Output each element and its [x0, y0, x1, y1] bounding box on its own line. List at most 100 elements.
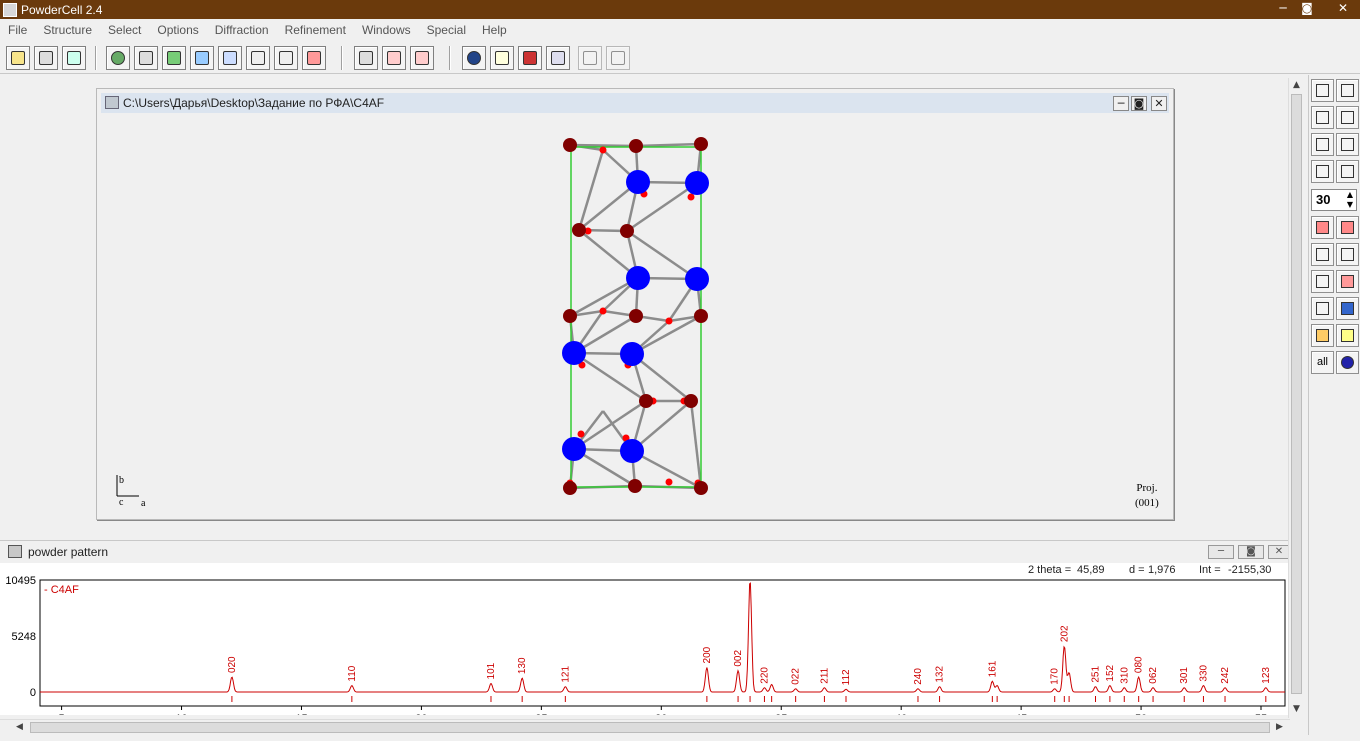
view-b-button[interactable]	[1336, 243, 1359, 266]
compare-button[interactable]	[518, 46, 542, 70]
reflection-label: 170	[1050, 668, 1061, 685]
horizontal-scrollbar[interactable]: ◀ ▶	[0, 719, 1290, 735]
reflection-label: 022	[791, 668, 802, 685]
open-icon	[11, 51, 25, 65]
menu-diffraction[interactable]: Diffraction	[207, 23, 277, 37]
dark-atom	[694, 309, 708, 323]
rotate-up-icon	[1316, 111, 1329, 124]
scroll-down-icon[interactable]: ▼	[1293, 704, 1300, 714]
cell-view-icon	[1316, 275, 1329, 288]
flip-up-button[interactable]	[1311, 160, 1334, 183]
reset-left-icon	[1316, 221, 1329, 234]
edit-button[interactable]	[190, 46, 214, 70]
powder-pattern-chart[interactable]: 0 5248 10495 5 10 15 20 25 30 35 40 45 50 55 020 110 101…	[0, 575, 1290, 715]
minimize-button[interactable]: ─	[1272, 0, 1294, 18]
sphere-button[interactable]	[106, 46, 130, 70]
close-button[interactable]: ✕	[1332, 0, 1354, 18]
save-button[interactable]	[34, 46, 58, 70]
open-button[interactable]	[6, 46, 30, 70]
layers-icon	[307, 51, 321, 65]
menu-file[interactable]: File	[0, 23, 35, 37]
dark-atom	[629, 309, 643, 323]
menu-structure[interactable]: Structure	[35, 23, 100, 37]
powder-pattern-window[interactable]: powder pattern ─ ◙ ✕ 2 theta = 45,89 d =…	[0, 540, 1290, 715]
horizontal-scroll-thumb[interactable]	[30, 722, 1270, 733]
axes-button[interactable]	[1311, 297, 1334, 320]
menu-special[interactable]: Special	[419, 23, 474, 37]
bond-icon	[1316, 329, 1329, 342]
powder-minimize-button[interactable]: ─	[1208, 545, 1234, 559]
grid-button[interactable]	[578, 46, 602, 70]
rotate-right-button[interactable]	[1336, 79, 1359, 102]
small-atom	[665, 317, 673, 325]
reflection-label: 121	[560, 666, 571, 683]
vertical-scrollbar[interactable]: ▲ ▼	[1288, 78, 1304, 718]
cell-red-button[interactable]	[1336, 270, 1359, 293]
export-button[interactable]	[410, 46, 434, 70]
transform-icon	[223, 51, 237, 65]
diffraction-button[interactable]	[462, 46, 486, 70]
scroll-up-icon[interactable]: ▲	[1293, 80, 1300, 90]
vertical-scroll-thumb[interactable]	[1291, 94, 1302, 694]
spinner-arrows-icon[interactable]: ▲ ▼	[1347, 190, 1353, 210]
rotation-angle-spinner[interactable]: 30 ▲ ▼	[1311, 189, 1357, 211]
small-atom	[599, 307, 607, 315]
layers-button[interactable]	[302, 46, 326, 70]
crystal-structure-view[interactable]	[97, 89, 1175, 521]
undo-rotation-button[interactable]	[1336, 297, 1359, 320]
print-preview-button[interactable]	[382, 46, 406, 70]
clipboard-button[interactable]	[62, 46, 86, 70]
menu-help[interactable]: Help	[474, 23, 515, 37]
proj-value: (001)	[1135, 497, 1159, 509]
large-atom	[620, 342, 644, 366]
distance-button[interactable]	[1336, 324, 1359, 347]
tilt-right-button[interactable]	[1336, 133, 1359, 156]
view-a-button[interactable]	[1311, 243, 1334, 266]
table-button[interactable]	[546, 46, 570, 70]
diffraction-icon	[467, 51, 481, 65]
peak-button[interactable]	[490, 46, 514, 70]
dark-atom	[694, 481, 708, 495]
reset-right-button[interactable]	[1336, 216, 1359, 239]
print-preview-icon	[387, 51, 401, 65]
restore-button[interactable]: ◙	[1296, 0, 1318, 18]
atom-labels-button[interactable]	[1336, 351, 1359, 374]
rotate-left-button[interactable]	[1311, 79, 1334, 102]
reflection-label: 200	[702, 646, 713, 663]
select-all-button[interactable]: all	[1311, 351, 1334, 374]
structure-window[interactable]: C:\Users\Дарья\Desktop\Задание по РФА\C4…	[96, 88, 1174, 520]
coordinates-button[interactable]	[246, 46, 270, 70]
rotate-up-button[interactable]	[1311, 106, 1334, 129]
menu-select[interactable]: Select	[100, 23, 149, 37]
atoms-button[interactable]	[134, 46, 158, 70]
legend-entry: - C4AF	[44, 584, 79, 596]
print-button[interactable]	[354, 46, 378, 70]
tilt-left-button[interactable]	[1311, 133, 1334, 156]
menu-windows[interactable]: Windows	[354, 23, 419, 37]
cell-view-button[interactable]	[1311, 270, 1334, 293]
x-tick-label: 35	[775, 713, 787, 715]
dark-atom	[628, 479, 642, 493]
scroll-left-icon[interactable]: ◀	[16, 722, 23, 732]
rotate-down-button[interactable]	[1336, 106, 1359, 129]
reset-left-button[interactable]	[1311, 216, 1334, 239]
powder-restore-button[interactable]: ◙	[1238, 545, 1264, 559]
flip-down-button[interactable]	[1336, 160, 1359, 183]
compare-icon	[523, 51, 537, 65]
reflection-label: 080	[1134, 656, 1145, 673]
atom-labels-icon	[1341, 356, 1354, 369]
menu-options[interactable]: Options	[149, 23, 206, 37]
hkl-button[interactable]	[274, 46, 298, 70]
powder-window-titlebar[interactable]: powder pattern ─ ◙ ✕	[0, 541, 1290, 563]
transform-button[interactable]	[218, 46, 242, 70]
powder-close-button[interactable]: ✕	[1268, 545, 1290, 559]
cell-button[interactable]	[162, 46, 186, 70]
menu-refinement[interactable]: Refinement	[277, 23, 354, 37]
y-tick-label: 5248	[12, 631, 36, 643]
scroll-right-icon[interactable]: ▶	[1276, 722, 1283, 732]
y-tick-label: 0	[30, 687, 36, 699]
reflection-label: 101	[486, 662, 497, 679]
dark-atom	[694, 137, 708, 151]
profile-button[interactable]	[606, 46, 630, 70]
bond-button[interactable]	[1311, 324, 1334, 347]
